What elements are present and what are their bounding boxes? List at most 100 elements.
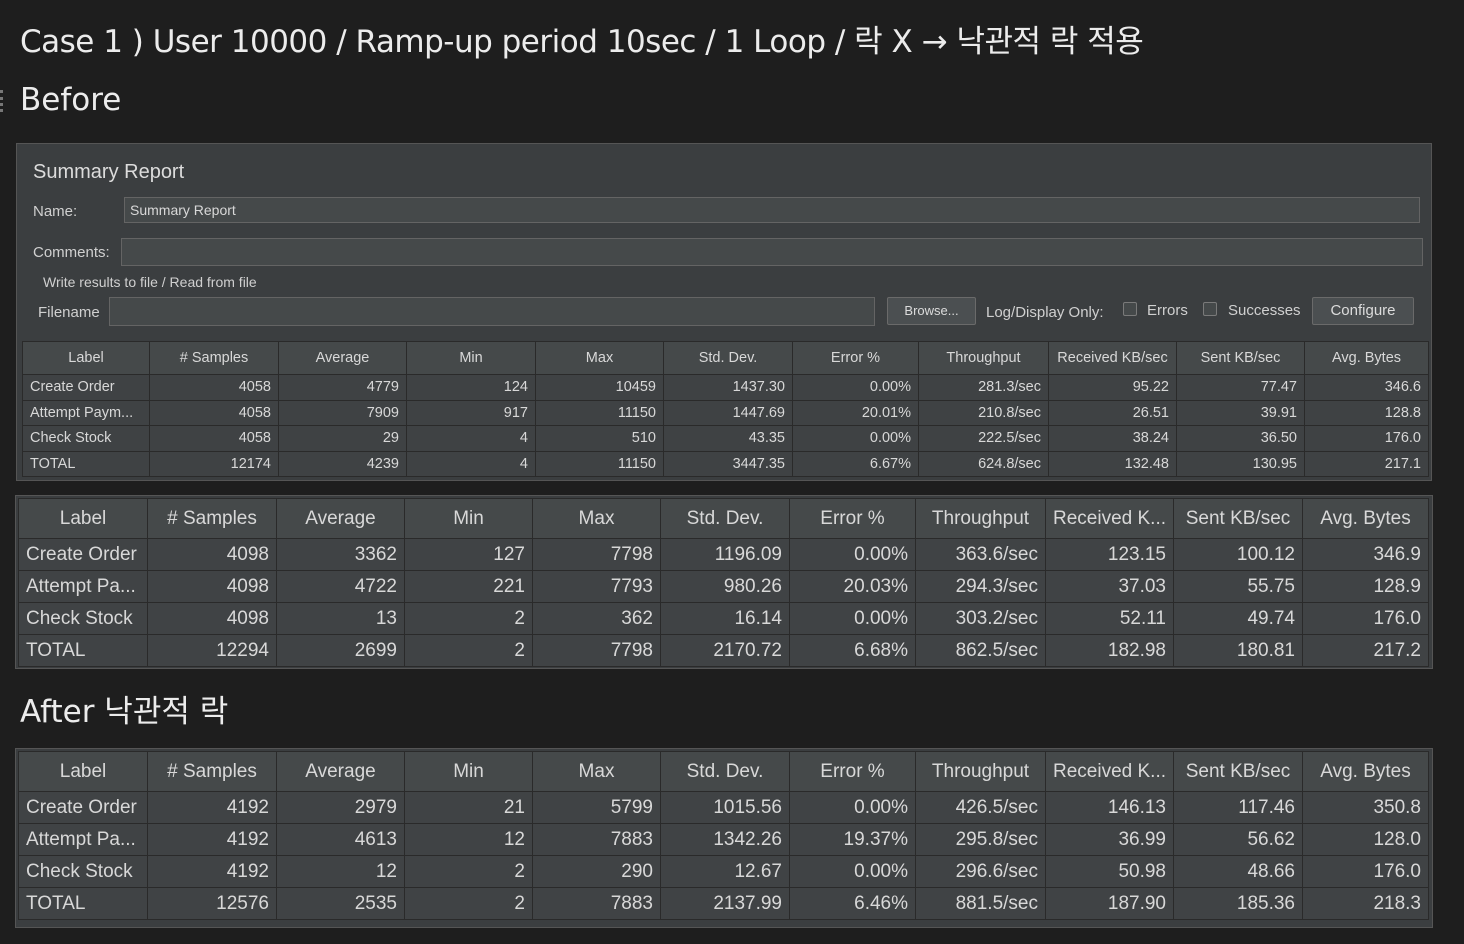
column-header[interactable]: Label [22,341,150,375]
name-field[interactable]: Summary Report [124,197,1420,223]
table-cell: 127 [404,538,533,571]
table-row[interactable]: Attempt Pa... 4098 4722 221 7793 980.26 20.03%… [18,570,1429,603]
table-cell: 4098 [147,570,277,603]
table-row[interactable]: TOTAL 12576 2535 2 7883 2137.99 6.46% 881.5/sec… [18,887,1429,920]
column-header[interactable]: Received K... [1045,498,1174,539]
column-header[interactable]: Average [278,341,407,375]
column-header[interactable]: Std. Dev. [660,751,790,792]
table-row[interactable]: Create Order 4098 3362 127 7798 1196.09 0.00% 3… [18,538,1429,571]
column-header[interactable]: Received KB/sec [1048,341,1177,375]
column-header[interactable]: Min [404,751,533,792]
table-cell: 128.0 [1302,823,1429,856]
table-cell: 12 [276,855,405,888]
panel-title: Summary Report [33,161,185,183]
table-cell: 2979 [276,791,405,824]
table-cell: 980.26 [660,570,790,603]
table-cell: 4098 [147,602,277,635]
table-cell: 0.00% [789,538,916,571]
table-cell: 4613 [276,823,405,856]
row-label-cell: TOTAL [18,887,148,920]
column-header[interactable]: Average [276,751,405,792]
table-cell: 36.50 [1176,425,1305,452]
column-header[interactable]: Error % [789,498,916,539]
table-cell: 48.66 [1173,855,1303,888]
table-row[interactable]: Create Order 4058 4779 124 10459 1437.30 0.00%… [22,374,1429,401]
table-cell: 50.98 [1045,855,1174,888]
table-cell: 55.75 [1173,570,1303,603]
column-header[interactable]: # Samples [147,751,277,792]
column-header[interactable]: Avg. Bytes [1302,498,1429,539]
column-header[interactable]: Error % [789,751,916,792]
errors-checkbox[interactable] [1123,302,1137,316]
column-header[interactable]: Sent KB/sec [1173,751,1303,792]
column-header[interactable]: Throughput [915,498,1046,539]
browse-button[interactable]: Browse... [887,297,976,325]
column-header[interactable]: Max [532,751,661,792]
table-cell: 4239 [278,450,407,477]
table-cell: 16.14 [660,602,790,635]
table-cell: 52.11 [1045,602,1174,635]
row-label-cell: Check Stock [18,602,148,635]
comments-field[interactable] [121,238,1423,266]
table-cell: 20.03% [789,570,916,603]
summary-report-panel: Summary Report Name: Summary Report Comm… [16,143,1432,481]
filename-field[interactable] [109,297,875,326]
table-cell: 2 [404,855,533,888]
column-header[interactable]: Std. Dev. [660,498,790,539]
column-header[interactable]: Avg. Bytes [1304,341,1429,375]
table-cell: 881.5/sec [915,887,1046,920]
before-results-table: Label # Samples Average Min Max Std. Dev. Erro… [18,498,1429,667]
column-header[interactable]: Label [18,751,148,792]
table-cell: 37.03 [1045,570,1174,603]
successes-checkbox[interactable] [1203,302,1217,316]
table-cell: 1342.26 [660,823,790,856]
column-header[interactable]: Received K... [1045,751,1174,792]
column-header[interactable]: Sent KB/sec [1173,498,1303,539]
column-header[interactable]: Max [535,341,664,375]
comments-label: Comments: [33,244,110,261]
table-cell: 117.46 [1173,791,1303,824]
row-label-cell: TOTAL [18,634,148,667]
table-cell: 180.81 [1173,634,1303,667]
column-header[interactable]: Max [532,498,661,539]
table-cell: 132.48 [1048,450,1177,477]
column-header[interactable]: Error % [792,341,919,375]
table-cell: 1196.09 [660,538,790,571]
table-row[interactable]: Create Order 4192 2979 21 5799 1015.56 0.00% 42… [18,791,1429,824]
table-row[interactable]: TOTAL 12174 4239 4 11150 3447.35 6.67% 624.8/se… [22,450,1429,477]
table-cell: 0.00% [789,855,916,888]
table-cell: 281.3/sec [918,374,1049,401]
column-header[interactable]: Std. Dev. [663,341,793,375]
column-header[interactable]: Throughput [918,341,1049,375]
column-header[interactable]: Min [404,498,533,539]
column-header[interactable]: # Samples [149,341,279,375]
column-header[interactable]: Min [406,341,536,375]
row-label-cell: Attempt Pa... [18,823,148,856]
configure-button[interactable]: Configure [1312,297,1414,325]
table-row[interactable]: Attempt Paym... 4058 7909 917 11150 1447.69 20… [22,399,1429,426]
table-cell: 187.90 [1045,887,1174,920]
row-label-cell: Create Order [22,374,150,401]
table-row[interactable]: Check Stock 4058 29 4 510 43.35 0.00% 222.5/sec… [22,425,1429,452]
column-header[interactable]: Label [18,498,148,539]
table-cell: 362 [532,602,661,635]
column-header[interactable]: Avg. Bytes [1302,751,1429,792]
column-header[interactable]: Throughput [915,751,1046,792]
table-cell: 210.8/sec [918,399,1049,426]
table-cell: 7883 [532,823,661,856]
column-header[interactable]: # Samples [147,498,277,539]
column-header[interactable]: Average [276,498,405,539]
table-cell: 56.62 [1173,823,1303,856]
table-row[interactable]: Check Stock 4098 13 2 362 16.14 0.00% 303.2/sec… [18,602,1429,635]
table-cell: 123.15 [1045,538,1174,571]
jmeter-summary-table: Label # Samples Average Min Max Std. Dev. Erro… [22,341,1429,477]
column-header[interactable]: Sent KB/sec [1176,341,1305,375]
table-row[interactable]: Check Stock 4192 12 2 290 12.67 0.00% 296.6/sec… [18,855,1429,888]
table-row[interactable]: Attempt Pa... 4192 4613 12 7883 1342.26 19.37%… [18,823,1429,856]
table-cell: 0.00% [792,374,919,401]
row-label-cell: Create Order [18,538,148,571]
successes-label: Successes [1228,302,1301,319]
table-row[interactable]: TOTAL 12294 2699 2 7798 2170.72 6.68% 862.5/sec… [18,634,1429,667]
table-cell: 217.1 [1304,450,1429,477]
table-cell: 95.22 [1048,374,1177,401]
